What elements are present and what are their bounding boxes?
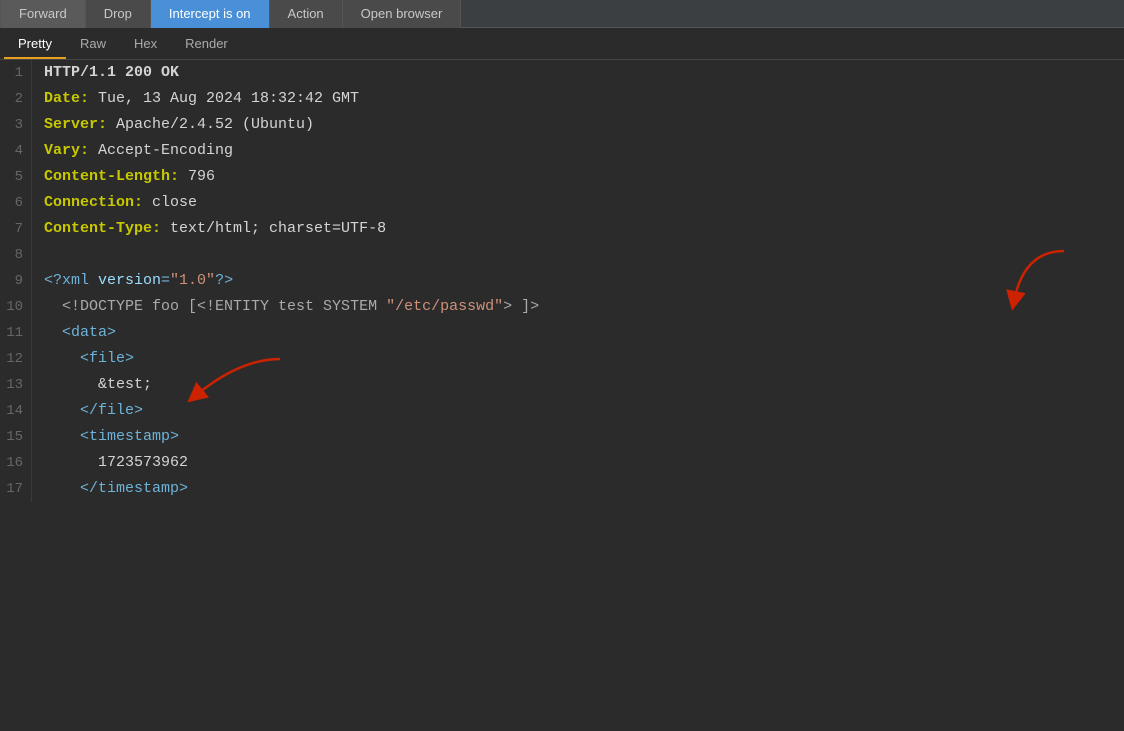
toolbar: Forward Drop Intercept is on Action Open… (0, 0, 1124, 28)
line-number: 8 (0, 242, 32, 268)
line-number: 11 (0, 320, 32, 346)
code-line: 9 <?xml version="1.0"?> (0, 268, 1124, 294)
line-content: &test; (44, 372, 152, 398)
line-content: </file> (44, 398, 143, 424)
forward-button[interactable]: Forward (0, 0, 86, 28)
line-number: 15 (0, 424, 32, 450)
line-content: <?xml version="1.0"?> (44, 268, 233, 294)
line-number: 5 (0, 164, 32, 190)
intercept-button[interactable]: Intercept is on (151, 0, 270, 28)
line-content: Date: Tue, 13 Aug 2024 18:32:42 GMT (44, 86, 359, 112)
line-number: 13 (0, 372, 32, 398)
line-number: 12 (0, 346, 32, 372)
code-line: 4 Vary: Accept-Encoding (0, 138, 1124, 164)
line-number: 1 (0, 60, 32, 86)
tab-render[interactable]: Render (171, 32, 242, 59)
code-line: 11 <data> (0, 320, 1124, 346)
line-number: 17 (0, 476, 32, 502)
line-content: </timestamp> (44, 476, 188, 502)
code-line: 10 <!DOCTYPE foo [<!ENTITY test SYSTEM "… (0, 294, 1124, 320)
line-number: 6 (0, 190, 32, 216)
line-content: <data> (44, 320, 116, 346)
line-content: <file> (44, 346, 134, 372)
line-content: <!DOCTYPE foo [<!ENTITY test SYSTEM "/et… (44, 294, 539, 320)
code-line: 6 Connection: close (0, 190, 1124, 216)
code-line: 12 <file> (0, 346, 1124, 372)
code-line: 8 (0, 242, 1124, 268)
line-number: 7 (0, 216, 32, 242)
line-number: 4 (0, 138, 32, 164)
code-line: 7 Content-Type: text/html; charset=UTF-8 (0, 216, 1124, 242)
line-content (44, 242, 53, 268)
code-line: 16 1723573962 (0, 450, 1124, 476)
code-line: 5 Content-Length: 796 (0, 164, 1124, 190)
tab-pretty[interactable]: Pretty (4, 32, 66, 59)
line-number: 2 (0, 86, 32, 112)
drop-button[interactable]: Drop (86, 0, 151, 28)
line-content: Content-Type: text/html; charset=UTF-8 (44, 216, 386, 242)
code-line: 3 Server: Apache/2.4.52 (Ubuntu) (0, 112, 1124, 138)
line-content: Connection: close (44, 190, 197, 216)
code-line: 17 </timestamp> (0, 476, 1124, 502)
line-content: Server: Apache/2.4.52 (Ubuntu) (44, 112, 314, 138)
code-line: 14 </file> (0, 398, 1124, 424)
action-button[interactable]: Action (270, 0, 343, 28)
line-content: <timestamp> (44, 424, 179, 450)
open-browser-button[interactable]: Open browser (343, 0, 462, 28)
code-line: 13 &test; (0, 372, 1124, 398)
line-content: HTTP/1.1 200 OK (44, 60, 179, 86)
line-number: 14 (0, 398, 32, 424)
tabs-row: Pretty Raw Hex Render (0, 28, 1124, 60)
tab-hex[interactable]: Hex (120, 32, 171, 59)
tab-raw[interactable]: Raw (66, 32, 120, 59)
code-line: 15 <timestamp> (0, 424, 1124, 450)
line-content: 1723573962 (44, 450, 188, 476)
line-number: 3 (0, 112, 32, 138)
line-number: 9 (0, 268, 32, 294)
code-line: 1 HTTP/1.1 200 OK (0, 60, 1124, 86)
code-line: 2 Date: Tue, 13 Aug 2024 18:32:42 GMT (0, 86, 1124, 112)
code-area: 1 HTTP/1.1 200 OK 2 Date: Tue, 13 Aug 20… (0, 60, 1124, 731)
line-content: Content-Length: 796 (44, 164, 215, 190)
arrow1-svg (1004, 246, 1084, 316)
line-number: 16 (0, 450, 32, 476)
line-content: Vary: Accept-Encoding (44, 138, 233, 164)
line-number: 10 (0, 294, 32, 320)
